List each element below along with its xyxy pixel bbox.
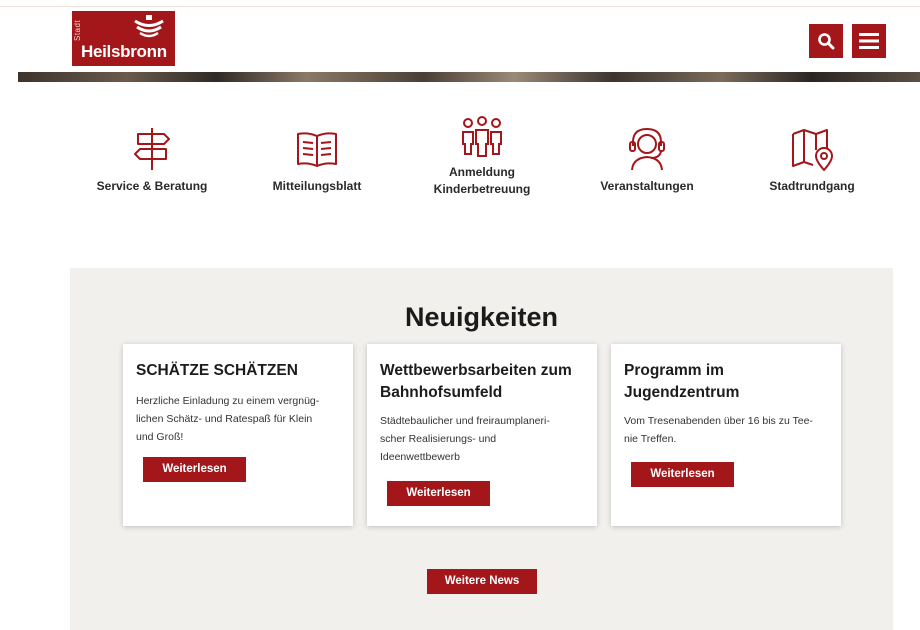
more-news-button[interactable]: Weitere News: [427, 569, 537, 594]
news-card: Wettbewerbsarbeiten zum Bahnhofsumfeld S…: [367, 344, 597, 526]
news-card-text: Vom Tresenabenden über 16 bis zu Tee- ni…: [624, 412, 828, 448]
hero-image-strip: [18, 72, 920, 82]
news-card: Programm im Jugendzentrum Vom Tresenaben…: [611, 344, 841, 526]
site-header: Stadt Heilsbronn: [0, 0, 920, 72]
quick-link-veranstaltungen[interactable]: Veranstaltungen: [572, 118, 722, 228]
quick-link-stadtrundgang[interactable]: Stadtrundgang: [737, 118, 887, 228]
map-pin-icon: [792, 129, 833, 171]
text-line: scher Realisierungs- und: [380, 433, 497, 445]
logo-emblem-icon: [134, 15, 164, 38]
logo-prefix: Stadt: [73, 19, 82, 41]
text-line: Vom Tresenabenden über 16 bis zu Tee-: [624, 415, 813, 427]
text-line: Städtebaulicher und freiraumplaneri-: [380, 415, 550, 427]
text-line: Ideenwettbewerb: [380, 451, 460, 463]
read-more-button[interactable]: Weiterlesen: [631, 462, 734, 487]
family-icon: [462, 116, 502, 157]
news-card-title[interactable]: Programm im Jugendzentrum: [624, 360, 828, 404]
signpost-icon: [134, 128, 170, 170]
menu-button[interactable]: [852, 24, 886, 58]
news-card-title[interactable]: Wettbewerbsarbeiten zum Bahnhofsumfeld: [380, 360, 584, 404]
title-line: Wettbewerbsarbeiten zum: [380, 362, 572, 379]
news-card: SCHÄTZE SCHÄTZEN Herzliche Einladung zu …: [123, 344, 353, 526]
headset-person-icon: [629, 127, 665, 171]
quick-link-label-line1: Anmeldung: [449, 165, 515, 179]
title-line: Programm im: [624, 362, 724, 379]
read-more-button[interactable]: Weiterlesen: [143, 457, 246, 482]
text-line: nie Treffen.: [624, 433, 677, 445]
quick-link-mitteilungsblatt[interactable]: Mitteilungsblatt: [242, 118, 392, 228]
search-icon: [818, 33, 835, 50]
news-section: Neuigkeiten SCHÄTZE SCHÄTZEN Herzliche E…: [70, 268, 893, 630]
title-line: Bahnhofsumfeld: [380, 384, 503, 401]
news-card-title[interactable]: SCHÄTZE SCHÄTZEN: [136, 360, 340, 382]
text-line: lichen Schätz- und Ratespaß für Klein: [136, 413, 313, 425]
quick-link-kinderbetreuung[interactable]: Anmeldung Kinderbetreuung: [407, 110, 557, 220]
quick-link-label: Service & Beratung: [96, 179, 208, 193]
quick-link-label: Stadtrundgang: [769, 179, 855, 193]
read-more-button[interactable]: Weiterlesen: [387, 481, 490, 506]
quick-link-label: Mitteilungsblatt: [272, 179, 362, 193]
news-card-text: Städtebaulicher und freiraumplaneri- sch…: [380, 412, 584, 466]
text-line: Herzliche Einladung zu einem vergnüg-: [136, 395, 320, 407]
text-line: und Groß!: [136, 431, 184, 443]
quick-links: Service & Beratung Mitteilungsblatt Anme…: [72, 116, 882, 228]
quick-link-service[interactable]: Service & Beratung: [77, 118, 227, 228]
search-button[interactable]: [809, 24, 843, 58]
city-logo[interactable]: Stadt Heilsbronn: [72, 11, 175, 66]
quick-link-label-line2: Kinderbetreuung: [433, 182, 531, 196]
news-card-text: Herzliche Einladung zu einem vergnüg- li…: [136, 392, 340, 446]
logo-name: Heilsbronn: [81, 42, 167, 61]
hamburger-menu-icon: [859, 33, 879, 49]
quick-link-label: Veranstaltungen: [600, 179, 694, 193]
title-line: Jugendzentrum: [624, 384, 740, 401]
open-book-icon: [297, 132, 337, 167]
news-heading: Neuigkeiten: [404, 302, 559, 332]
